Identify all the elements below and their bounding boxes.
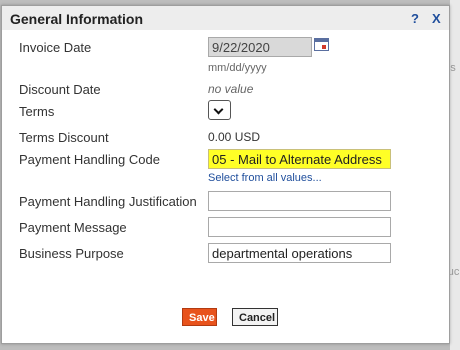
business-purpose-label: Business Purpose	[19, 246, 124, 261]
payment-handling-justification-label: Payment Handling Justification	[19, 194, 197, 209]
background-strip	[450, 0, 460, 350]
payment-handling-code-field[interactable]: 05 - Mail to Alternate Address	[208, 149, 391, 169]
payment-message-field[interactable]	[208, 217, 391, 237]
general-information-dialog: General Information ? X Invoice Date 9/2…	[1, 5, 450, 344]
calendar-icon[interactable]	[314, 38, 329, 51]
cancel-button[interactable]: Cancel	[232, 308, 278, 326]
invoice-date-format-hint: mm/dd/yyyy	[208, 62, 267, 74]
select-from-all-values-link[interactable]: Select from all values...	[208, 172, 322, 184]
invoice-date-field[interactable]: 9/22/2020	[208, 37, 312, 57]
close-icon[interactable]: X	[432, 11, 441, 26]
payment-message-label: Payment Message	[19, 220, 127, 235]
discount-date-value: no value	[208, 82, 254, 96]
terms-label: Terms	[19, 104, 55, 119]
invoice-date-label: Invoice Date	[19, 40, 92, 55]
payment-handling-justification-field[interactable]	[208, 191, 391, 211]
help-icon[interactable]: ?	[411, 11, 419, 26]
save-button[interactable]: Save	[182, 308, 217, 326]
terms-discount-label: Terms Discount	[19, 130, 109, 145]
business-purpose-field[interactable]: departmental operations	[208, 243, 391, 263]
dialog-title: General Information	[10, 11, 144, 27]
dialog-titlebar: General Information ? X	[2, 6, 449, 30]
terms-discount-value: 0.00 USD	[208, 130, 261, 144]
discount-date-label: Discount Date	[19, 82, 101, 97]
terms-select[interactable]	[208, 100, 231, 120]
payment-handling-code-label: Payment Handling Code	[19, 152, 160, 167]
